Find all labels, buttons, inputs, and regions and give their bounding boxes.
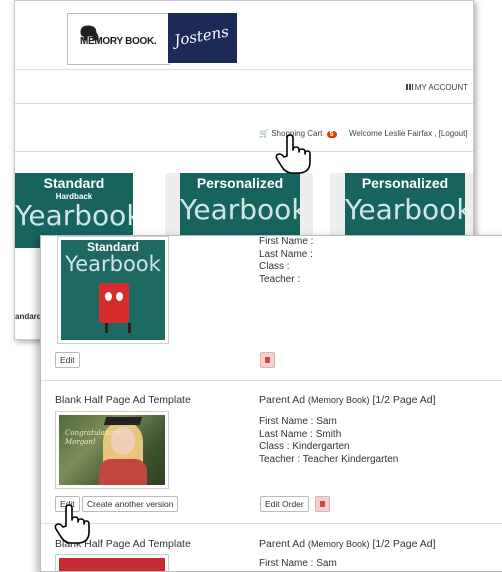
create-another-version-button[interactable]: Create another version [82,496,179,512]
class: Class : Kindergarten [259,441,350,452]
divider [41,523,502,524]
ad-thumbnail[interactable]: Congratulations Morgan! [55,411,169,489]
item-type-size: [1/2 Page Ad] [369,394,436,406]
divider [41,380,502,381]
cart-icon: 🛒 [259,129,269,138]
jostens-logo[interactable]: Jostens [168,13,237,63]
last-name: Last Name : [259,248,313,260]
divider [15,151,473,152]
first-name: First Name : Sam [259,558,337,569]
class: Class : [259,261,290,272]
teacher: Teacher : Teacher Kindergarten [259,453,399,465]
cover-word: Yearbook [65,252,161,276]
divider [15,103,473,104]
ad-thumbnail[interactable] [55,554,169,571]
product-title: Personalized [361,175,449,191]
book-mascot-icon [99,283,129,323]
my-account-link[interactable]: MY ACCOUNT [405,83,468,92]
item-type: Parent Ad (Memory Book) [1/2 Page Ad] [259,394,436,406]
cart-count-badge: 5 [326,131,337,138]
welcome-logout[interactable]: Welcome Leslie Fairfax , [Logout] [349,129,468,138]
first-name: First Name : [259,236,314,247]
item-title: Blank Half Page Ad Template [55,394,191,406]
red-ad-preview [59,558,165,571]
photo-caption: Congratulations Morgan! [65,429,123,446]
item-details: First Name : Sam Last Name : Smith Class… [259,416,398,466]
product-label: andard [15,312,42,321]
jostens-logo-text: Jostens [172,22,231,50]
standard-yearbook-thumbnail[interactable]: Standard Yearbook [57,236,169,344]
trash-icon[interactable] [315,496,330,512]
grid-icon [405,84,413,90]
item-details: First Name : Last Name : Class : Teacher… [259,236,313,286]
graduation-cap-icon [103,417,143,425]
mascot-legs [105,323,131,333]
graduate-photo: Congratulations Morgan! [59,415,165,485]
item-type-main: Parent Ad [259,538,309,550]
item-type-brand: (Memory Book) [308,395,370,405]
first-name: First Name : Sam [259,416,337,427]
trash-icon[interactable] [260,352,275,368]
item-type-size: [1/2 Page Ad] [369,538,436,550]
memorybook-logo-text: MEMORY BOOK. [80,36,157,47]
hand-pointer-icon [54,504,90,544]
product-title: Standard [43,175,105,191]
divider [15,69,473,70]
last-name: Last Name : Smith [259,428,342,440]
my-account-label: MY ACCOUNT [414,83,468,92]
product-title: Personalized [196,175,284,191]
product-word: Yearbook [345,193,465,226]
memorybook-logo[interactable]: MEMORY BOOK. [67,13,170,65]
product-word: Yearbook [180,193,300,226]
photo-body [99,459,147,485]
teacher: Teacher : [259,273,301,285]
yearbook-cover: Standard Yearbook [61,240,165,340]
item-type-main: Parent Ad [259,394,309,406]
item-type: Parent Ad (Memory Book) [1/2 Page Ad] [259,538,436,550]
edit-button[interactable]: Edit [55,352,80,368]
item-type-brand: (Memory Book) [308,539,370,549]
edit-order-button[interactable]: Edit Order [260,496,309,512]
hand-pointer-icon [275,134,311,174]
cart-items-panel: Standard Yearbook First Name : Last Name… [40,235,502,572]
product-word: Yearbook [15,199,133,232]
